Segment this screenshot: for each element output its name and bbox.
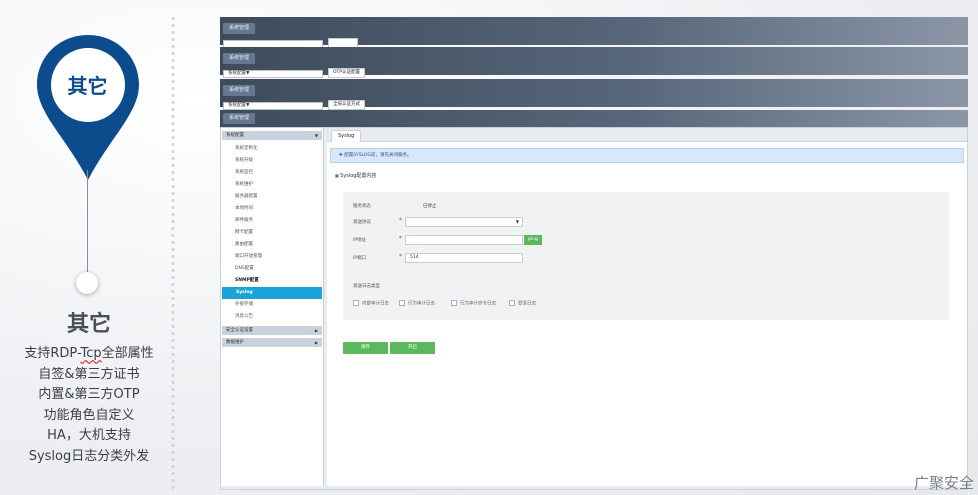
checkbox-label: 行为审计命令日志 xyxy=(460,301,496,307)
sidebar-item[interactable]: 邮件服务 xyxy=(221,215,323,227)
sidebar-item[interactable]: 系统定制化 xyxy=(221,143,323,155)
status-value: 已停止 xyxy=(423,204,437,209)
syslog-form: 服务状态 已停止 发送协议 * ▼ IP地址 * ping IP端口 * 514… xyxy=(343,192,949,320)
sidebar-item[interactable]: 网卡配置 xyxy=(221,227,323,239)
tab-syslog[interactable]: Syslog xyxy=(331,130,362,142)
main-content: Syslog ✚ 配置SYSLOG前，请先关闭服务。 Syslog配置内容 服务… xyxy=(327,128,967,486)
chevron-down-icon: ▼ xyxy=(246,71,250,76)
watermark: 广聚安全 xyxy=(913,474,974,492)
sidebar-item[interactable]: 本地时间 xyxy=(221,203,323,215)
port-label: IP端口 xyxy=(353,256,367,261)
system-manage-button[interactable]: 系统管理 xyxy=(223,113,256,124)
checkbox[interactable] xyxy=(451,300,457,306)
checkbox-label: 内部审计日志 xyxy=(362,301,389,307)
auth-method-tab[interactable]: 全局认证方式 xyxy=(328,100,365,110)
sidebar-item[interactable]: 路由配置 xyxy=(221,239,323,251)
otp-config-tab[interactable]: OTP认证配置 xyxy=(328,68,366,78)
checkbox[interactable] xyxy=(399,300,405,306)
checkbox-label: 登录日志 xyxy=(518,301,536,307)
pin-label: 其它 xyxy=(67,74,108,98)
feature-item: 内置&第三方OTP xyxy=(38,387,140,402)
sidebar-group-security[interactable]: 安全认证设置 ▶ xyxy=(222,326,322,335)
sidebar-group-label: 系统配置 xyxy=(226,133,244,138)
system-manage-button[interactable]: 系统管理 xyxy=(223,53,256,64)
sidebar-group-label: 安全认证设置 xyxy=(226,328,253,333)
chevron-down-icon: ▼ xyxy=(246,103,250,108)
header-strip: 系统管理 xyxy=(220,17,968,48)
required-marker: * xyxy=(399,217,402,224)
required-marker: * xyxy=(399,235,402,242)
start-button[interactable]: 开启 xyxy=(390,342,435,354)
sidebar-item[interactable]: 外接存储 xyxy=(221,299,323,311)
sidebar-item[interactable]: DNS配置 xyxy=(221,263,323,275)
header-strip: 系统管理 系统配置▼ OTP认证配置 xyxy=(220,47,968,78)
pin-anchor-dot xyxy=(76,272,98,294)
required-marker: * xyxy=(399,253,402,260)
chevron-down-icon: ▼ xyxy=(515,219,519,224)
notice-text: 配置SYSLOG前，请先关闭服务。 xyxy=(344,153,412,158)
feature-item: HA，大机支持 xyxy=(47,428,131,443)
sidebar-item-syslog[interactable]: Syslog xyxy=(222,287,322,299)
port-input[interactable]: 514 xyxy=(405,253,523,263)
ping-button[interactable]: ping xyxy=(524,235,542,245)
chevron-down-icon: ▼ xyxy=(314,133,318,138)
header-strip: 系统管理 xyxy=(220,110,968,127)
feature-list: 支持RDP-Tcp全部属性 自签&第三方证书 内置&第三方OTP 功能角色自定义… xyxy=(0,344,178,467)
chevron-right-icon: ▶ xyxy=(314,328,318,333)
feature-item: 支持RDP-Tcp全部属性 xyxy=(24,346,154,361)
feature-item: 功能角色自定义 xyxy=(43,407,135,423)
pin-connector-line xyxy=(87,170,88,282)
map-pin-icon xyxy=(37,35,139,180)
sidebar-item[interactable]: 系统维护 xyxy=(221,179,323,191)
sidebar-group-data[interactable]: 数据维护 ▶ xyxy=(222,338,322,347)
sidebar-group-label: 数据维护 xyxy=(226,340,244,345)
section-title: Syslog配置内容 xyxy=(335,172,376,179)
ip-input[interactable] xyxy=(405,235,523,245)
header-strip: 系统管理 系统配置▼ 全局认证方式 xyxy=(220,79,968,110)
log-type-checkbox[interactable]: 行为审计命令日志 xyxy=(451,300,496,307)
log-type-checkbox[interactable]: 行为审计日志 xyxy=(399,300,435,307)
protocol-label: 发送协议 xyxy=(353,220,371,225)
system-manage-button[interactable]: 系统管理 xyxy=(223,85,256,96)
log-type-checkbox[interactable]: 内部审计日志 xyxy=(353,300,389,307)
feature-item: Syslog日志分类外发 xyxy=(28,448,150,464)
sidebar-item-snmp[interactable]: SNMP配置 xyxy=(221,275,323,287)
sidebar-item[interactable]: 消息公告 xyxy=(221,311,323,323)
promo-title: 其它 xyxy=(66,312,111,337)
sidebar-item[interactable]: 系统监控 xyxy=(221,167,323,179)
config-select[interactable]: 系统配置▼ xyxy=(223,102,323,110)
chevron-right-icon: ▶ xyxy=(314,340,318,345)
checkbox[interactable] xyxy=(353,300,359,306)
notice-banner: ✚ 配置SYSLOG前，请先关闭服务。 xyxy=(330,148,964,163)
log-type-checkbox[interactable]: 登录日志 xyxy=(509,300,536,307)
admin-screenshot: 系统管理 系统管理 系统配置▼ OTP认证配置 系统管理 系统配置▼ 全局认证方… xyxy=(220,17,968,490)
status-label: 服务状态 xyxy=(353,204,371,209)
sidebar-item[interactable]: 系统升级 xyxy=(221,155,323,167)
config-select[interactable]: 系统配置▼ xyxy=(223,70,323,78)
protocol-select[interactable]: ▼ xyxy=(405,217,523,227)
sidebar: 系统配置 ▼ 系统定制化 系统升级 系统监控 系统维护 服务器配置 本地时间 邮件… xyxy=(221,128,324,486)
log-type-label: 发送日志类型 xyxy=(353,284,380,289)
checkbox-label: 行为审计日志 xyxy=(408,301,435,307)
config-select-value: 系统配置 xyxy=(228,71,246,76)
save-button[interactable]: 保存 xyxy=(343,342,388,354)
checkbox[interactable] xyxy=(509,300,515,306)
config-select-value: 系统配置 xyxy=(228,103,246,108)
sidebar-group-system-config[interactable]: 系统配置 ▼ xyxy=(222,131,322,140)
ip-label: IP地址 xyxy=(353,238,367,243)
feature-item: 自签&第三方证书 xyxy=(38,366,140,382)
sidebar-item[interactable]: 端口开放管理 xyxy=(221,251,323,263)
tab-bar: Syslog xyxy=(327,128,967,142)
system-manage-button[interactable]: 系统管理 xyxy=(223,23,256,34)
syslog-window: 系统配置 ▼ 系统定制化 系统升级 系统监控 系统维护 服务器配置 本地时间 邮件… xyxy=(220,127,968,490)
sidebar-item[interactable]: 服务器配置 xyxy=(221,191,323,203)
